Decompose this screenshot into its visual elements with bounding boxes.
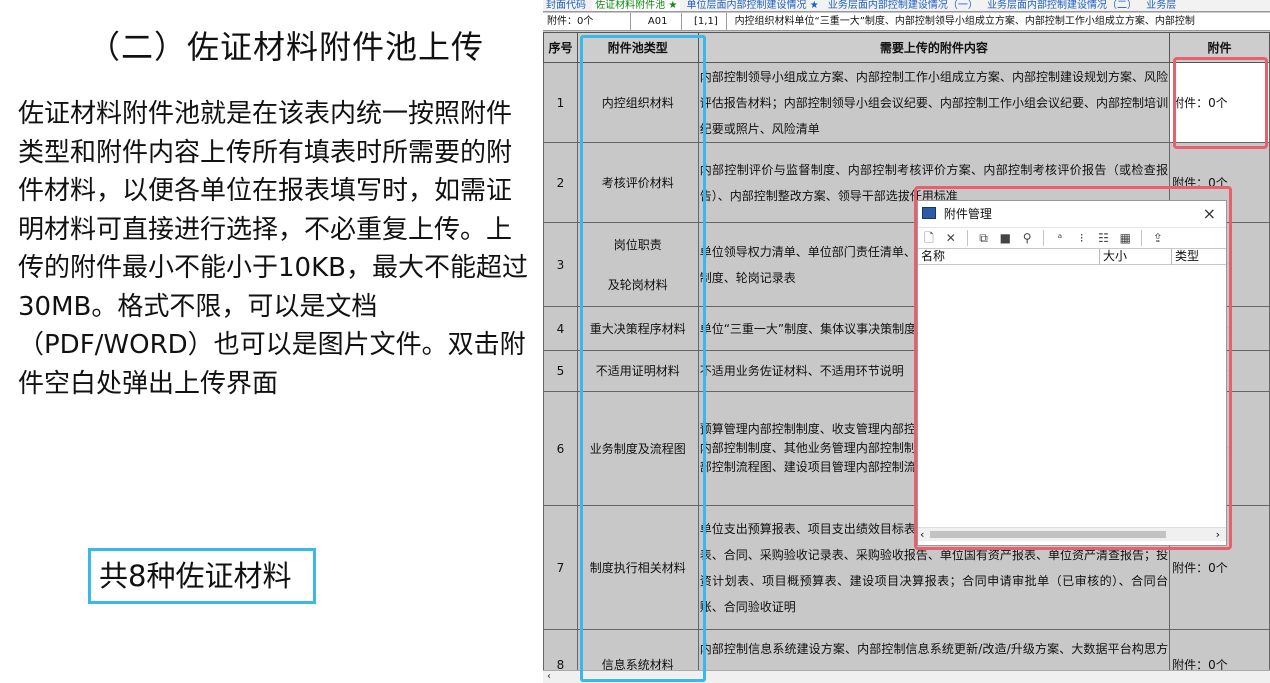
row-type: 业务制度及流程图 bbox=[576, 391, 699, 506]
row-type: 内控组织材料 bbox=[576, 62, 699, 143]
sheet-horizontal-scrollbar[interactable]: ‹ bbox=[543, 670, 1270, 683]
header-attachment: 附件 bbox=[1169, 32, 1270, 63]
close-icon[interactable]: × bbox=[1203, 201, 1216, 227]
toolbar-separator bbox=[966, 230, 968, 246]
cell-range: [1,1] bbox=[685, 13, 728, 30]
toolbar-separator bbox=[1042, 230, 1044, 246]
row-type: 岗位职责 及轮岗材料 bbox=[576, 222, 699, 307]
row-type: 制度执行相关材料 bbox=[576, 505, 699, 630]
file-list-header: 名称 大小 类型 bbox=[918, 249, 1226, 265]
table-row: 1 内控组织材料 内部控制领导小组成立方案、内部控制工作小组成立方案、内部控制建… bbox=[543, 62, 1270, 143]
attachment-cell[interactable]: 附件：0个 bbox=[1169, 62, 1270, 143]
dialog-titlebar[interactable]: 附件管理 × bbox=[918, 201, 1226, 227]
formula-content[interactable]: 内控组织材料单位“三重一大”制度、内部控制领导小组成立方案、内部控制工作小组成立… bbox=[731, 13, 1199, 30]
row-number: 7 bbox=[543, 505, 578, 630]
cell-reference[interactable]: A01 bbox=[634, 13, 683, 30]
row-number: 6 bbox=[543, 391, 578, 506]
grid-view-icon[interactable]: ▦ bbox=[1116, 228, 1134, 248]
row-number: 1 bbox=[543, 62, 578, 143]
row-type: 考核评价材料 bbox=[576, 142, 699, 223]
details-view-icon[interactable]: ☷ bbox=[1094, 228, 1112, 248]
formula-bar: 附件：0个 A01 [1,1] 内控组织材料单位“三重一大”制度、内部控制领导小… bbox=[543, 13, 1270, 31]
toolbar-separator bbox=[1141, 230, 1143, 246]
sheet-tab-bar: 封面代码 佐证材料附件池 ★ 单位层面内部控制建设情况 ★ 业务层面内部控制建设… bbox=[543, 0, 1270, 12]
row-type: 重大决策程序材料 bbox=[576, 306, 699, 351]
table-header-row: 序号 附件池类型 需要上传的附件内容 附件 bbox=[543, 32, 1270, 63]
binoculars-icon[interactable]: ⚲ bbox=[1018, 228, 1036, 248]
scrollbar-thumb[interactable] bbox=[930, 531, 1166, 538]
rename-icon[interactable]: ᵃ bbox=[1051, 228, 1069, 248]
tab-business-level-more[interactable]: 业务层 bbox=[1143, 0, 1179, 11]
scroll-left-arrow-icon[interactable]: ‹ bbox=[547, 671, 551, 682]
tab-unit-level[interactable]: 单位层面内部控制建设情况 ★ bbox=[684, 0, 822, 11]
slide-title: （二）佐证材料附件池上传 bbox=[88, 28, 485, 66]
header-number: 序号 bbox=[543, 32, 578, 63]
header-content: 需要上传的附件内容 bbox=[697, 32, 1171, 63]
material-count-badge: 共8种佐证材料 bbox=[88, 548, 317, 604]
stop-icon[interactable]: ■ bbox=[996, 228, 1014, 248]
file-list-area[interactable] bbox=[918, 265, 1226, 527]
tree-view-icon[interactable]: ⁝ bbox=[1073, 228, 1091, 248]
delete-icon[interactable]: ✕ bbox=[942, 228, 960, 248]
column-size[interactable]: 大小 bbox=[1100, 249, 1172, 265]
copy-icon[interactable]: ⧉ bbox=[974, 228, 992, 248]
row-type: 不适用证明材料 bbox=[576, 350, 699, 392]
upload-icon[interactable]: ⇪ bbox=[1149, 228, 1167, 248]
row-content: 内部控制领导小组成立方案、内部控制工作小组成立方案、内部控制建设规划方案、风险评… bbox=[697, 62, 1171, 143]
instruction-panel: （二）佐证材料附件池上传 佐证材料附件池就是在该表内统一按照附件类型和附件内容上… bbox=[0, 0, 540, 683]
window-app-icon bbox=[922, 207, 936, 219]
dialog-horizontal-scrollbar[interactable]: ‹ › bbox=[918, 527, 1226, 541]
dialog-title: 附件管理 bbox=[943, 207, 992, 221]
tab-business-level-2[interactable]: 业务层面内部控制建设情况（二） bbox=[984, 0, 1140, 11]
cell-value-box[interactable]: 附件：0个 bbox=[543, 13, 631, 30]
row-number: 2 bbox=[543, 142, 578, 223]
slide-description: 佐证材料附件池就是在该表内统一按照附件类型和附件内容上传所有填表时所需要的附件材… bbox=[18, 99, 528, 399]
row-number: 4 bbox=[543, 306, 578, 351]
new-file-icon[interactable]: 🗋 bbox=[920, 228, 938, 248]
dialog-toolbar: 🗋 ✕ ⧉ ■ ⚲ ᵃ ⁝ ☷ ▦ ⇪ bbox=[918, 227, 1226, 249]
tab-attachment-pool[interactable]: 佐证材料附件池 ★ bbox=[592, 0, 681, 11]
scroll-right-icon[interactable]: › bbox=[1216, 528, 1220, 541]
row-number: 3 bbox=[543, 222, 578, 307]
scroll-left-icon[interactable]: ‹ bbox=[920, 528, 924, 541]
tab-cover-code[interactable]: 封面代码 bbox=[543, 0, 589, 11]
column-name[interactable]: 名称 bbox=[918, 249, 1100, 265]
header-pool-type: 附件池类型 bbox=[576, 32, 699, 63]
column-type[interactable]: 类型 bbox=[1172, 249, 1228, 265]
attachment-manager-dialog: 附件管理 × 🗋 ✕ ⧉ ■ ⚲ ᵃ ⁝ ☷ ▦ ⇪ 名称 大小 类型 ‹ › bbox=[917, 200, 1227, 546]
row-number: 5 bbox=[543, 350, 578, 392]
tab-business-level-1[interactable]: 业务层面内部控制建设情况（一） bbox=[825, 0, 981, 11]
